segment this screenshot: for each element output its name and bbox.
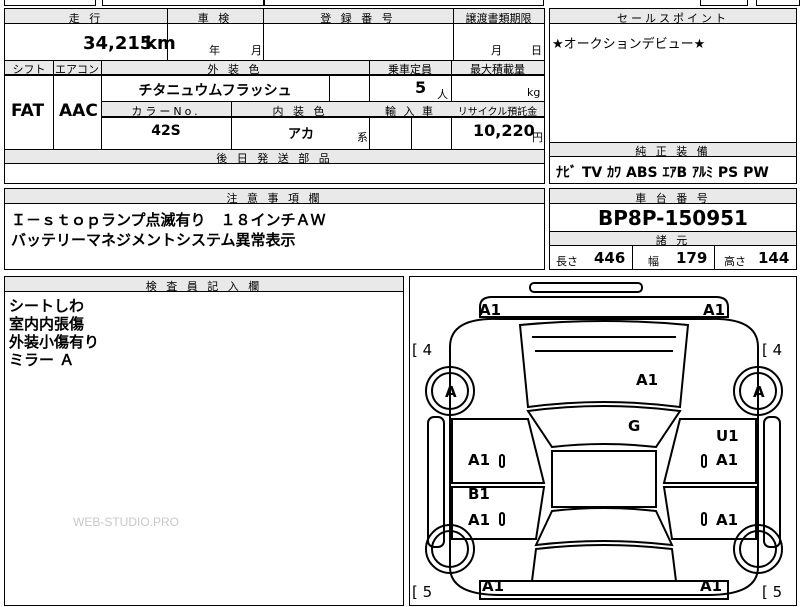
length-value: 446 xyxy=(594,249,626,267)
color-no-value: 42S xyxy=(151,123,181,139)
sales-point-box: セールスポイント ★オークションデビュー★ 純 正 装 備 ﾅﾋﾞ TV ｶﾜ … xyxy=(549,8,797,184)
mark-a1-hood: A1 xyxy=(636,371,659,389)
recycle-fee-value: 10,220 xyxy=(473,121,535,140)
height-label: 高さ xyxy=(724,255,746,268)
mark-u1: U1 xyxy=(716,427,739,445)
inspection-year-unit: 年 xyxy=(209,44,220,57)
dimensions-header: 諸 元 xyxy=(655,234,691,247)
interior-color-value: アカ xyxy=(288,127,315,142)
mileage-value: 34,215 xyxy=(83,33,153,54)
notes-box: 注 意 事 項 欄 Ｉ－ｓｔｏｐランプ点滅有り １８インチＡＷ バッテリーマネジ… xyxy=(4,188,545,270)
mark-bracket-right-top: [ 4 xyxy=(762,341,783,359)
factory-equipment-header: 純 正 装 備 xyxy=(635,145,711,158)
capacity-unit: 人 xyxy=(437,88,448,101)
mark-g-windshield: G xyxy=(628,417,641,435)
transfer-month-unit: 月 xyxy=(491,44,502,57)
top-strip-far-right xyxy=(700,0,748,6)
width-value: 179 xyxy=(676,249,708,267)
mark-a1-door-left-front: A1 xyxy=(468,451,491,469)
exterior-color-value: チタニュウムフラッシュ xyxy=(138,83,292,99)
load-unit: kg xyxy=(527,86,541,99)
mark-a1-front-right: A1 xyxy=(703,301,726,319)
inspection-month-unit: 月 xyxy=(251,44,262,57)
mark-a1-door-right-rear: A1 xyxy=(716,511,739,529)
inspector-line-4: ミラー Ａ xyxy=(9,351,75,369)
mileage-unit: km xyxy=(145,33,176,54)
mark-b1: B1 xyxy=(468,485,490,503)
vehicle-info-grid: 走 行 車 検 登 録 番 号 譲渡書類期限 34,215 km 年 月 月 日… xyxy=(4,8,545,184)
mark-a1-door-right-front: A1 xyxy=(716,451,739,469)
top-strip-mid xyxy=(102,0,264,6)
notes-line-2: バッテリーマネジメントシステム異常表示 xyxy=(11,231,296,249)
top-strip-right xyxy=(264,0,544,6)
top-strip-corner xyxy=(756,0,800,6)
recycle-fee-unit: 円 xyxy=(532,131,543,144)
car-diagram-box: A1 A1 [ 4 [ 4 A A A1 G U1 A1 A1 B1 A1 A1… xyxy=(409,276,797,606)
mark-bracket-right-bottom: [ 5 xyxy=(762,583,783,601)
mark-bracket-left-bottom: [ 5 xyxy=(412,583,433,601)
width-label: 幅 xyxy=(648,255,659,268)
mark-a1-door-left-rear: A1 xyxy=(468,511,491,529)
registration-header: 登 録 番 号 xyxy=(320,12,396,25)
mark-bracket-left-top: [ 4 xyxy=(412,341,433,359)
inspector-header: 検 査 員 記 入 欄 xyxy=(145,280,263,293)
mileage-header: 走 行 xyxy=(68,12,104,25)
mark-a1-rear-right: A1 xyxy=(700,577,723,595)
chassis-header: 車 台 番 号 xyxy=(635,192,711,205)
aircon-value: AAC xyxy=(59,101,98,121)
interior-color-suffix: 系 xyxy=(357,131,368,144)
notes-line-1: Ｉ－ｓｔｏｐランプ点滅有り １８インチＡＷ xyxy=(11,211,326,229)
transfer-deadline-header: 譲渡書類期限 xyxy=(465,12,532,25)
sales-point-header: セールスポイント xyxy=(617,12,729,25)
top-strip-left xyxy=(4,0,96,6)
notes-header: 注 意 事 項 欄 xyxy=(226,192,323,205)
inspector-box: 検 査 員 記 入 欄 シートしわ 室内内張傷 外装小傷有り ミラー Ａ WEB… xyxy=(4,276,404,606)
recycle-header: リサイクル預託金 xyxy=(457,107,538,118)
watermark: WEB-STUDIO.PRO xyxy=(73,515,180,529)
transfer-day-unit: 日 xyxy=(531,44,542,57)
capacity-value: 5 xyxy=(415,78,427,97)
mark-tire-right-front: A xyxy=(753,383,765,401)
mark-a1-front-left: A1 xyxy=(479,301,502,319)
chassis-number: BP8P-150951 xyxy=(598,206,748,230)
inspection-header: 車 検 xyxy=(197,12,233,25)
factory-equipment-values: ﾅﾋﾞ TV ｶﾜ ABS ｴｱB ｱﾙﾐ PS PW xyxy=(556,165,769,181)
mark-tire-left-front: A xyxy=(445,383,457,401)
chassis-box: 車 台 番 号 BP8P-150951 諸 元 長さ 446 幅 179 高さ … xyxy=(549,188,797,270)
shift-value: FAT xyxy=(11,101,45,121)
sales-point-text: ★オークションデビュー★ xyxy=(552,37,706,52)
car-diagram xyxy=(425,282,783,600)
height-value: 144 xyxy=(758,249,790,267)
length-label: 長さ xyxy=(556,255,578,268)
later-parts-header: 後 日 発 送 部 品 xyxy=(216,152,333,165)
mark-a1-rear-left: A1 xyxy=(482,577,505,595)
